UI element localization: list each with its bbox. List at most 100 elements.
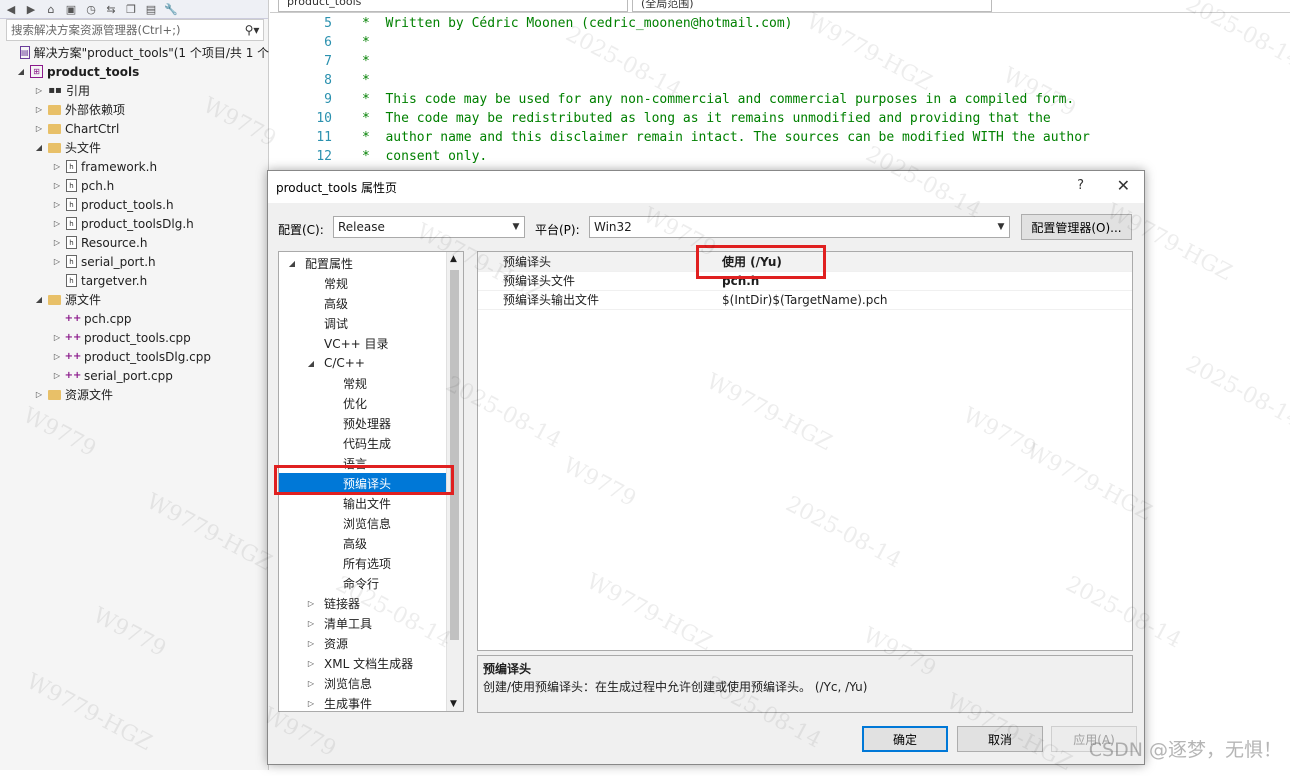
tree-item[interactable]: ▷ ++ product_tools.cpp — [0, 328, 268, 347]
nav-item[interactable]: 浏览信息 — [279, 513, 463, 533]
code-area[interactable]: 5 * Written by Cédric Moonen (cedric_moon… — [270, 14, 1290, 166]
nav-item[interactable]: 高级 — [279, 533, 463, 553]
nav-scrollbar[interactable]: ▲ ▼ — [446, 252, 463, 711]
nav-item[interactable]: ▷ 清单工具 — [279, 613, 463, 633]
nav-item[interactable]: 命令行 — [279, 573, 463, 593]
scroll-down-icon[interactable]: ▼ — [450, 699, 457, 709]
tree-item[interactable]: ▷ 资源文件 — [0, 385, 268, 404]
collapsed-arrow-icon[interactable]: ▷ — [306, 679, 316, 688]
property-value[interactable]: 使用 (/Yu) — [722, 253, 782, 270]
code-line[interactable]: 9 * This code may be used for any non-com… — [270, 90, 1290, 109]
expanded-arrow-icon[interactable]: ◢ — [16, 67, 26, 76]
nav-item[interactable]: ◢ 配置属性 — [279, 253, 455, 273]
home-icon[interactable]: ⌂ — [44, 3, 58, 16]
tree-item[interactable]: ▷ ++ serial_port.cpp — [0, 366, 268, 385]
nav-item[interactable]: 代码生成 — [279, 433, 463, 453]
global-scope-combo[interactable]: (全局范围) — [632, 0, 992, 12]
collapsed-arrow-icon[interactable]: ▷ — [306, 639, 316, 648]
switch-views-icon[interactable]: ▣ — [64, 3, 78, 16]
tree-item[interactable]: ▷ h serial_port.h — [0, 252, 268, 271]
ok-button[interactable]: 确定 — [862, 726, 948, 752]
tree-item[interactable]: ▷ ChartCtrl — [0, 119, 268, 138]
cancel-button[interactable]: 取消 — [957, 726, 1043, 752]
nav-item[interactable]: ▷ 浏览信息 — [279, 673, 463, 693]
tree-item[interactable]: ▷ h product_tools.h — [0, 195, 268, 214]
config-select[interactable]: Release ▼ — [333, 216, 525, 238]
nav-item[interactable]: ▷ 资源 — [279, 633, 463, 653]
collapsed-arrow-icon[interactable]: ▷ — [52, 257, 62, 266]
nav-item[interactable]: 高级 — [279, 293, 463, 313]
tree-item[interactable]: ◢ 源文件 — [0, 290, 268, 309]
expanded-arrow-icon[interactable]: ◢ — [287, 259, 297, 268]
properties-wrench-icon[interactable]: 🔧 — [164, 3, 178, 16]
collapsed-arrow-icon[interactable]: ▷ — [34, 124, 44, 133]
expanded-arrow-icon[interactable]: ◢ — [34, 143, 44, 152]
tree-item[interactable]: ◢ 头文件 — [0, 138, 268, 157]
code-line[interactable]: 12 * consent only. — [270, 147, 1290, 166]
tree-item[interactable]: ▷ h framework.h — [0, 157, 268, 176]
property-row[interactable]: 预编译头文件 pch.h — [478, 271, 1132, 291]
code-line[interactable]: 10 * The code may be redistributed as lon… — [270, 109, 1290, 128]
expanded-arrow-icon[interactable]: ◢ — [306, 359, 316, 368]
nav-item[interactable]: 输出文件 — [279, 493, 463, 513]
collapsed-arrow-icon[interactable]: ▷ — [34, 86, 44, 95]
collapsed-arrow-icon[interactable]: ▷ — [52, 333, 62, 342]
scroll-up-icon[interactable]: ▲ — [450, 254, 457, 264]
tree-item[interactable]: ++ pch.cpp — [0, 309, 268, 328]
nav-item[interactable]: ▷ 链接器 — [279, 593, 463, 613]
project-node[interactable]: ◢ ⊞ product_tools — [0, 62, 268, 81]
property-value[interactable]: pch.h — [722, 274, 759, 288]
close-button[interactable]: ✕ — [1117, 176, 1130, 195]
collapsed-arrow-icon[interactable]: ▷ — [52, 200, 62, 209]
collapsed-arrow-icon[interactable]: ▷ — [34, 390, 44, 399]
tree-item[interactable]: ▷ h pch.h — [0, 176, 268, 195]
collapsed-arrow-icon[interactable]: ▷ — [52, 181, 62, 190]
collapsed-arrow-icon[interactable]: ▷ — [34, 105, 44, 114]
code-line[interactable]: 7 * — [270, 52, 1290, 71]
collapsed-arrow-icon[interactable]: ▷ — [306, 599, 316, 608]
tree-item[interactable]: ▷ 外部依赖项 — [0, 100, 268, 119]
solution-search-input[interactable]: 搜索解决方案资源管理器(Ctrl+;) ⚲▾ — [6, 19, 264, 41]
tree-item[interactable]: ▷ h product_toolsDlg.h — [0, 214, 268, 233]
collapsed-arrow-icon[interactable]: ▷ — [52, 219, 62, 228]
nav-item[interactable]: 所有选项 — [279, 553, 463, 573]
tree-item[interactable]: h targetver.h — [0, 271, 268, 290]
nav-item[interactable]: ▷ 生成事件 — [279, 693, 463, 711]
nav-item[interactable]: VC++ 目录 — [279, 333, 463, 353]
property-row[interactable]: 预编译头输出文件 $(IntDir)$(TargetName).pch — [478, 290, 1132, 310]
scroll-thumb[interactable] — [450, 270, 459, 640]
nav-item[interactable]: 常规 — [279, 373, 463, 393]
history-icon[interactable]: ◷ — [84, 3, 98, 16]
collapsed-arrow-icon[interactable]: ▷ — [306, 699, 316, 708]
search-icon[interactable]: ⚲▾ — [241, 23, 263, 37]
collapsed-arrow-icon[interactable]: ▷ — [52, 352, 62, 361]
code-line[interactable]: 5 * Written by Cédric Moonen (cedric_moon… — [270, 14, 1290, 33]
collapsed-arrow-icon[interactable]: ▷ — [306, 659, 316, 668]
property-value[interactable]: $(IntDir)$(TargetName).pch — [722, 293, 888, 307]
tree-item[interactable]: ▷ ++ product_toolsDlg.cpp — [0, 347, 268, 366]
nav-item[interactable]: 调试 — [279, 313, 463, 333]
nav-item[interactable]: ◢ C/C++ — [279, 353, 463, 373]
forward-icon[interactable]: ▶ — [24, 3, 38, 16]
back-icon[interactable]: ◀ — [4, 3, 18, 16]
tree-item[interactable]: ▷ ▪▪ 引用 — [0, 81, 268, 100]
nav-item[interactable]: 预处理器 — [279, 413, 463, 433]
project-scope-combo[interactable]: product_tools — [278, 0, 628, 12]
nav-item[interactable]: ▷ XML 文档生成器 — [279, 653, 463, 673]
code-line[interactable]: 11 * author name and this disclaimer rema… — [270, 128, 1290, 147]
collapse-all-icon[interactable]: ❐ — [124, 3, 138, 16]
nav-item[interactable]: 常规 — [279, 273, 463, 293]
expanded-arrow-icon[interactable]: ◢ — [34, 295, 44, 304]
solution-node[interactable]: ▤ 解决方案"product_tools"(1 个项目/共 1 个 — [0, 43, 269, 62]
platform-select[interactable]: Win32 ▼ — [589, 216, 1010, 238]
property-row[interactable]: 预编译头 使用 (/Yu) — [478, 252, 1132, 272]
collapsed-arrow-icon[interactable]: ▷ — [306, 619, 316, 628]
code-line[interactable]: 8 * — [270, 71, 1290, 90]
nav-item[interactable]: 优化 — [279, 393, 463, 413]
sync-icon[interactable]: ⇆ — [104, 3, 118, 16]
collapsed-arrow-icon[interactable]: ▷ — [52, 162, 62, 171]
config-manager-button[interactable]: 配置管理器(O)... — [1021, 214, 1132, 240]
tree-item[interactable]: ▷ h Resource.h — [0, 233, 268, 252]
collapsed-arrow-icon[interactable]: ▷ — [52, 371, 62, 380]
nav-item[interactable]: 语言 — [279, 453, 463, 473]
